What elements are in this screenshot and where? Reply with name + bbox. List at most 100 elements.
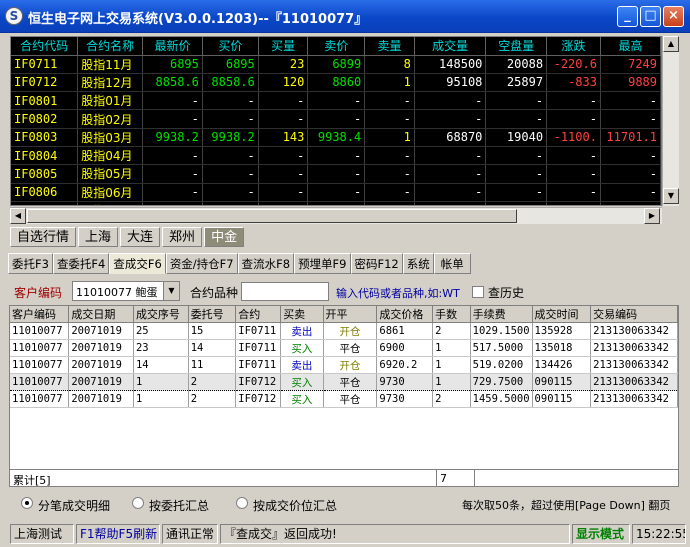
scroll-thumb[interactable] <box>27 209 517 223</box>
trade-cell: 11010077 <box>10 356 70 374</box>
quote-row[interactable]: IF0804 股指04月 - - - - - - - - - <box>11 146 661 166</box>
quote-cell: - <box>414 183 487 202</box>
tab-order[interactable]: 委托F3 <box>8 253 53 274</box>
scroll-left-arrow-icon[interactable]: ◀ <box>10 208 26 224</box>
minimize-button[interactable]: _ <box>617 6 638 27</box>
trade-row[interactable]: 11010077 20071019 14 11 IF0711 卖出 开仓 6920.2 1 519… <box>10 356 678 374</box>
trade-cell: IF0711 <box>235 322 282 340</box>
radio-by-price-label[interactable]: 按成交价位汇总 <box>253 497 337 514</box>
quote-col-header[interactable]: 最高 <box>600 37 661 56</box>
trade-cell: 平仓 <box>323 339 378 357</box>
market-tab-dalian[interactable]: 大连 <box>120 227 161 247</box>
market-tab-watchlist[interactable]: 自选行情 <box>10 227 77 247</box>
quote-cell: - <box>546 91 601 111</box>
quote-col-header[interactable]: 空盘量 <box>485 37 548 56</box>
trade-col-header[interactable]: 成交时间 <box>532 306 592 323</box>
trade-col-header[interactable]: 合约 <box>235 306 282 323</box>
trade-cell: 213130063342 <box>590 390 678 408</box>
tab-funds-positions[interactable]: 资金/持仓F7 <box>165 253 238 274</box>
history-checkbox[interactable] <box>472 286 484 298</box>
trade-cell: 14 <box>188 339 237 357</box>
trade-cell: 135018 <box>532 339 592 357</box>
quote-col-header[interactable]: 买价 <box>202 37 259 56</box>
tab-query-trades[interactable]: 查成交F6 <box>109 253 166 274</box>
quote-row[interactable]: IF0806 股指06月 - - - - - - - - - <box>11 183 661 202</box>
trade-col-header[interactable]: 交易编码 <box>590 306 678 323</box>
radio-by-price[interactable] <box>236 497 248 509</box>
trade-cell: IF0711 <box>235 356 282 374</box>
total-divider <box>474 470 475 486</box>
trade-col-header[interactable]: 成交日期 <box>68 306 134 323</box>
trade-col-header[interactable]: 开平 <box>323 306 378 323</box>
quote-horizontal-scrollbar[interactable]: ◀ ▶ <box>10 207 662 224</box>
scroll-up-arrow-icon[interactable]: ▲ <box>663 36 679 52</box>
quote-cell: - <box>364 109 415 129</box>
quote-cell: - <box>258 164 309 184</box>
quote-col-header[interactable]: 卖价 <box>307 37 366 56</box>
quote-cell: 股指04月 <box>77 146 144 166</box>
app-logo-icon[interactable]: S <box>5 7 23 25</box>
quote-row[interactable]: IF0712 股指12月 8858.6 8858.6 120 8860 1 95108 2589… <box>11 73 661 93</box>
trade-col-header[interactable]: 手数 <box>432 306 471 323</box>
trade-col-header[interactable]: 手续费 <box>470 306 533 323</box>
radio-detail-label[interactable]: 分笔成交明细 <box>38 497 110 514</box>
chevron-down-icon[interactable]: ▼ <box>163 282 179 300</box>
market-tab-zhengzhou[interactable]: 郑州 <box>162 227 203 247</box>
scroll-right-arrow-icon[interactable]: ▶ <box>644 208 660 224</box>
radio-detail[interactable] <box>21 497 33 509</box>
trade-cell: 20071019 <box>68 373 134 391</box>
quote-col-header[interactable]: 合约名称 <box>77 37 144 56</box>
radio-by-order-label[interactable]: 按委托汇总 <box>149 497 209 514</box>
quote-col-header[interactable]: 卖量 <box>364 37 415 56</box>
quote-col-header[interactable]: 买量 <box>258 37 309 56</box>
quote-cell: 股指05月 <box>77 164 144 184</box>
quote-col-header[interactable]: 涨跌 <box>546 37 601 56</box>
tab-preset-orders[interactable]: 预埋单F9 <box>294 253 351 274</box>
market-tab-cffex[interactable]: 中金 <box>204 227 245 247</box>
client-code-select[interactable]: 11010077 鲍蛋 ▼ <box>72 281 180 301</box>
paging-hint: 每次取50条，超过使用[Page Down] 翻页 <box>462 499 671 512</box>
trade-col-header[interactable]: 成交价格 <box>376 306 434 323</box>
tab-password[interactable]: 密码F12 <box>350 253 403 274</box>
trade-col-header[interactable]: 客户编码 <box>10 306 70 323</box>
quote-cell: 8860 <box>307 73 366 93</box>
scroll-down-arrow-icon[interactable]: ▼ <box>663 188 679 204</box>
trade-cell: 213130063342 <box>590 322 678 340</box>
quote-row[interactable]: IF0803 股指03月 9938.2 9938.2 143 9938.4 1 68870 19… <box>11 128 661 147</box>
quote-row[interactable]: IF0802 股指02月 - - - - - - - - - <box>11 109 661 129</box>
quote-vertical-scrollbar[interactable]: ▲ ▼ <box>662 36 679 206</box>
tab-query-flow[interactable]: 查流水F8 <box>237 253 295 274</box>
trade-col-header[interactable]: 成交序号 <box>133 306 189 323</box>
trade-cell: 135928 <box>532 322 592 340</box>
quote-cell: IF0804 <box>11 146 79 166</box>
tab-statement[interactable]: 帐单 <box>433 253 471 274</box>
tab-system[interactable]: 系统 <box>402 253 434 274</box>
quote-row[interactable]: IF0807股指07月 <box>11 201 661 205</box>
quote-cell <box>202 201 259 205</box>
quote-row[interactable]: IF0805 股指05月 - - - - - - - - - <box>11 164 661 184</box>
quote-cell: - <box>364 91 415 111</box>
contract-input[interactable] <box>241 282 329 301</box>
radio-by-order[interactable] <box>132 497 144 509</box>
close-button[interactable]: × <box>663 6 684 27</box>
trade-col-header[interactable]: 买卖 <box>280 306 324 323</box>
quote-row[interactable]: IF0711 股指11月 6895 6895 23 6899 8 148500 20088 -22… <box>11 55 661 74</box>
trade-col-header[interactable]: 委托号 <box>188 306 237 323</box>
trade-row[interactable]: 11010077 20071019 23 14 IF0711 买入 平仓 6900 1 517.5… <box>10 339 678 357</box>
trade-cell: 买入 <box>280 339 324 357</box>
quote-table-panel[interactable]: 合约代码 合约名称 最新价 买价 买量 卖价 卖量 成交量 空盘量 涨跌 最高 … <box>10 36 662 206</box>
quote-col-header[interactable]: 成交量 <box>414 37 487 56</box>
quote-cell: - <box>142 91 203 111</box>
trade-table-panel[interactable]: 客户编码 成交日期 成交序号 委托号 合约 买卖 开平 成交价格 手数 手续费 … <box>9 305 679 487</box>
market-tab-shanghai[interactable]: 上海 <box>78 227 119 247</box>
maximize-button[interactable]: □ <box>640 6 661 27</box>
quote-col-header[interactable]: 最新价 <box>142 37 203 56</box>
quote-col-header[interactable]: 合约代码 <box>11 37 79 56</box>
trade-row[interactable]: 11010077 20071019 25 15 IF0711 卖出 开仓 6861 2 1029.… <box>10 322 678 340</box>
trade-row[interactable]: 11010077 20071019 1 2 IF0712 买入 平仓 9730 2 1459.50… <box>10 390 678 408</box>
trade-row[interactable]: 11010077 20071019 1 2 IF0712 买入 平仓 9730 1 729.750… <box>10 373 678 391</box>
quote-cell: 8858.6 <box>142 73 203 93</box>
status-display-mode[interactable]: 显示模式 <box>572 524 630 544</box>
quote-row[interactable]: IF0801 股指01月 - - - - - - - - - <box>11 91 661 111</box>
tab-query-orders[interactable]: 查委托F4 <box>52 253 110 274</box>
